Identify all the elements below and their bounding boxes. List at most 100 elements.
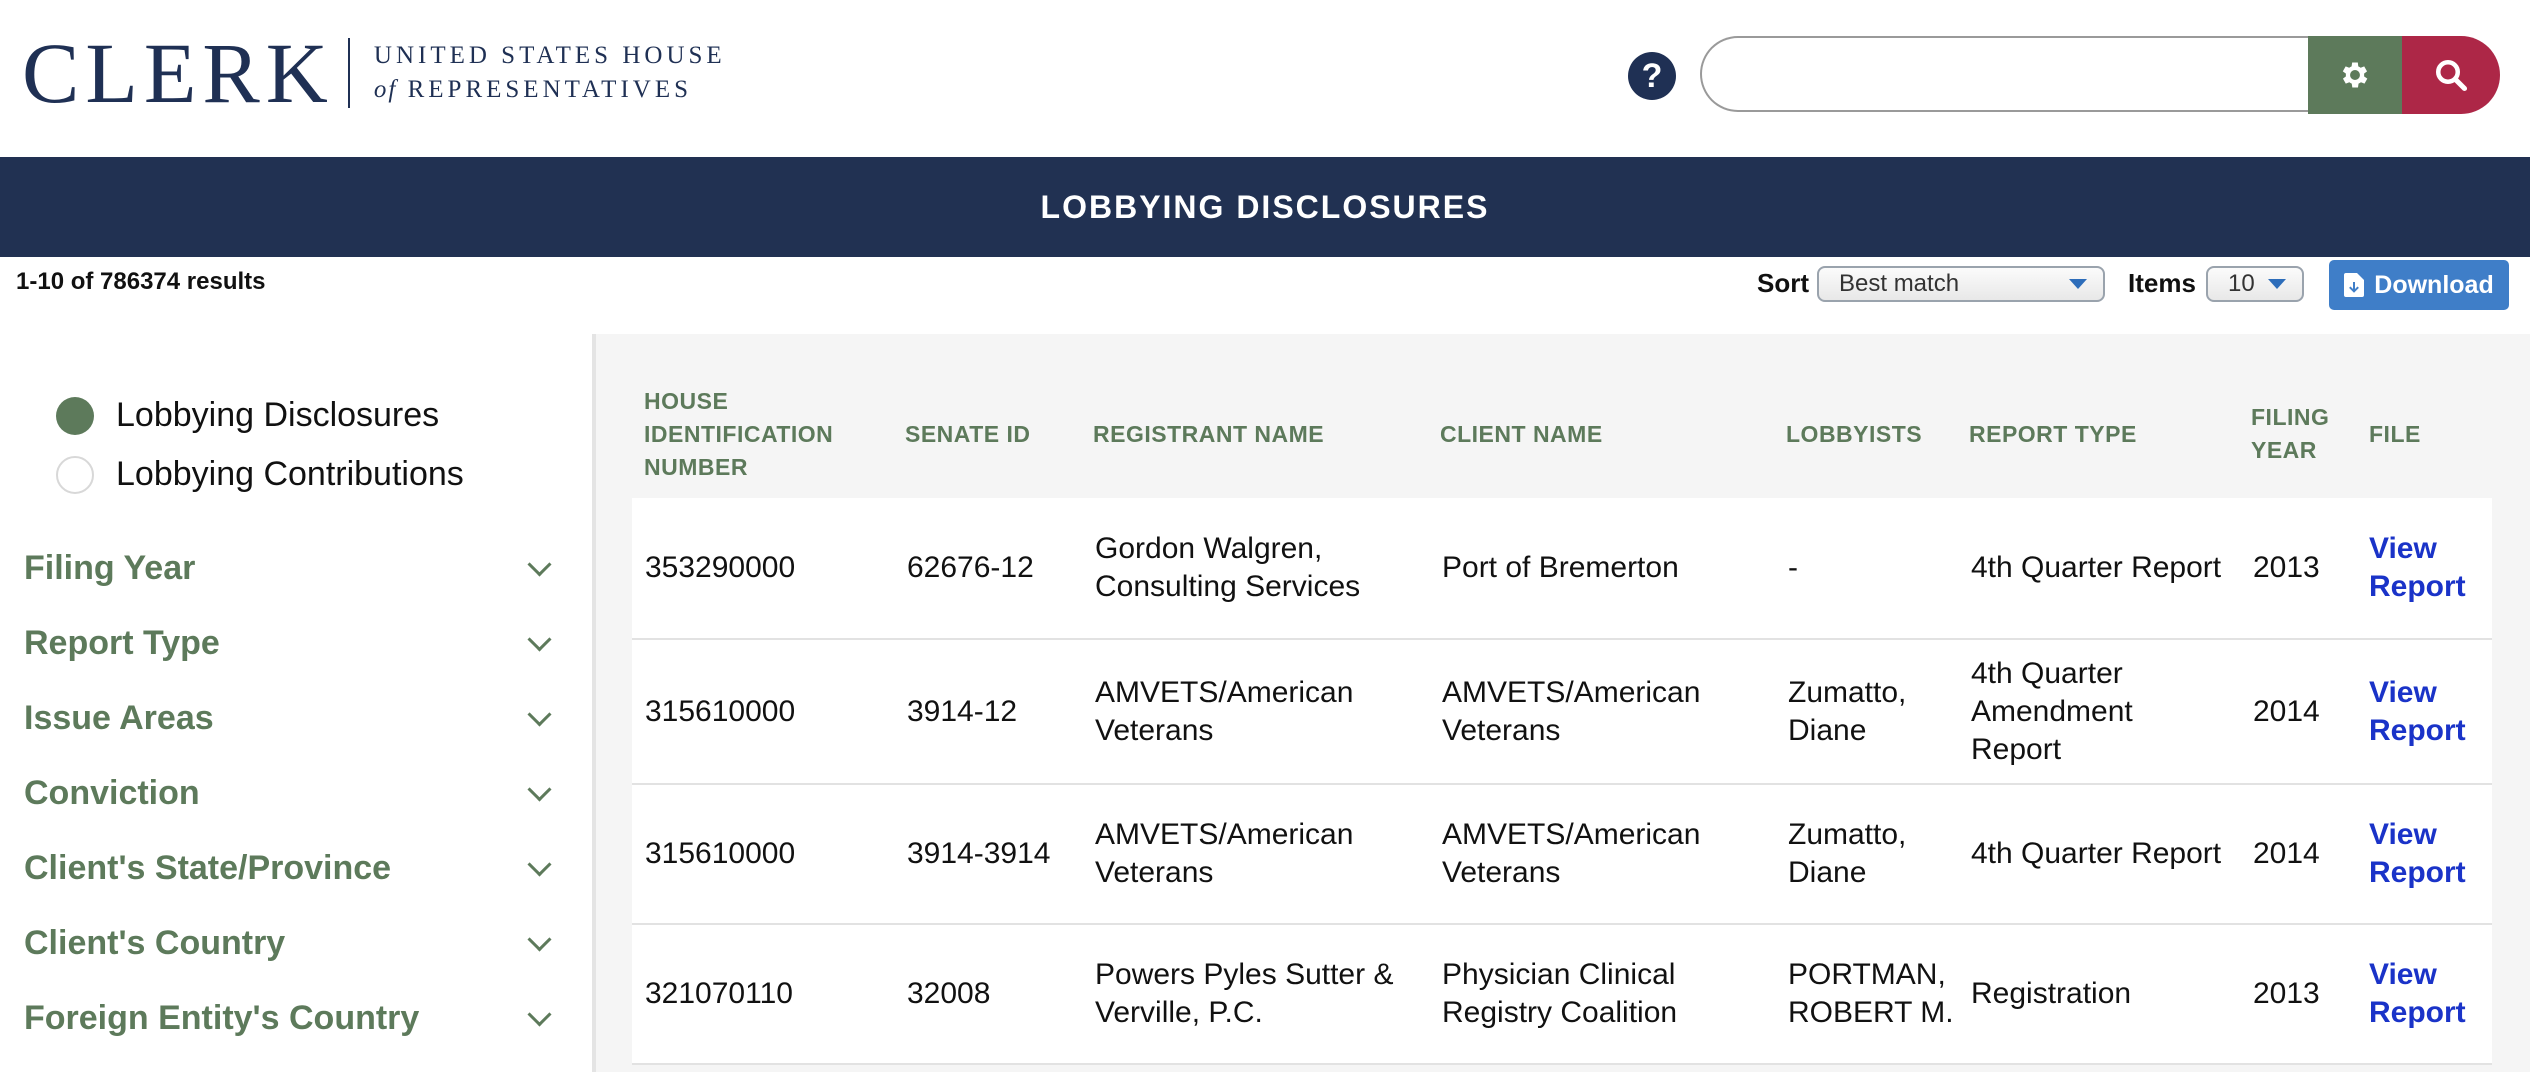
th-line: FILING — [2251, 404, 2330, 430]
filter-label: Filing Year — [24, 548, 196, 587]
filter-sidebar: Lobbying Disclosures Lobbying Contributi… — [0, 334, 592, 1072]
text-line: Verville, P.C. — [1095, 996, 1263, 1029]
text-line: Consulting Services — [1095, 570, 1361, 603]
chevron-down-icon — [527, 1001, 552, 1027]
filter-filing-year[interactable]: Filing Year — [24, 544, 564, 592]
clerk-logo[interactable]: CLERK UNITED STATES HOUSE of REPRESENTAT… — [22, 30, 726, 116]
text-line: Zumatto, — [1788, 818, 1907, 851]
chevron-down-icon — [527, 776, 552, 802]
th-line: YEAR — [2251, 437, 2317, 463]
text-line: Veterans — [1442, 856, 1561, 889]
chevron-down-icon — [527, 926, 552, 952]
text-line: Powers Pyles Sutter & — [1095, 958, 1394, 991]
th-client-name[interactable]: CLIENT NAME — [1440, 418, 1603, 451]
radio-lobbying-disclosures[interactable]: Lobbying Disclosures — [56, 396, 439, 435]
logo-wordmark: CLERK — [22, 25, 334, 121]
th-filing-year[interactable]: FILING YEAR — [2251, 401, 2329, 467]
text-line: Report — [2369, 713, 2466, 747]
cell-client: AMVETS/American Veterans — [1442, 785, 1700, 923]
radio-selected-icon — [56, 396, 94, 435]
sort-select-value: Best match — [1839, 270, 1960, 297]
filter-foreign-entity-country[interactable]: Foreign Entity's Country — [24, 994, 564, 1042]
items-label: Items — [2128, 268, 2196, 298]
text-line: AMVETS/American — [1095, 675, 1354, 709]
cell-senate-id: 32008 — [907, 977, 991, 1010]
items-per-page-select[interactable]: 10 — [2206, 266, 2304, 302]
text-line: 4th Quarter — [1971, 656, 2123, 690]
view-report-link[interactable]: View Report — [2369, 498, 2466, 638]
cell-client: Port of Bremerton — [1442, 551, 1679, 584]
search-settings-button[interactable] — [2308, 36, 2402, 114]
filter-report-type[interactable]: Report Type — [24, 619, 564, 667]
cell-report-type: 4th Quarter Amendment Report — [1971, 640, 2133, 783]
view-report-link[interactable]: View Report — [2369, 925, 2466, 1063]
text-line: Report — [2369, 570, 2466, 603]
text-line: View — [2369, 675, 2437, 709]
search-button[interactable] — [2402, 36, 2500, 114]
text-line: Zumatto, — [1788, 675, 1907, 709]
search-icon — [2436, 60, 2468, 92]
logo-line-2: of REPRESENTATIVES — [374, 73, 726, 107]
th-file[interactable]: FILE — [2369, 418, 2421, 451]
sort-label: Sort — [1757, 268, 1809, 298]
filter-label: Client's Country — [24, 923, 286, 962]
text-line: Report — [1971, 732, 2062, 766]
help-icon[interactable]: ? — [1628, 52, 1676, 100]
text-line: PORTMAN, — [1788, 958, 1946, 991]
chevron-down-icon — [527, 851, 552, 877]
cell-senate-id: 3914-12 — [907, 694, 1018, 728]
text-line: AMVETS/American — [1442, 818, 1701, 851]
download-label: Download — [2374, 270, 2494, 299]
filter-client-country[interactable]: Client's Country — [24, 919, 564, 967]
cell-registrant: AMVETS/American Veterans — [1095, 640, 1353, 783]
cell-house-id: 353290000 — [645, 551, 796, 584]
view-report-link[interactable]: View Report — [2369, 785, 2466, 923]
view-report-link[interactable]: View Report — [2369, 640, 2466, 783]
th-senate-id[interactable]: SENATE ID — [905, 418, 1030, 451]
th-lobbyists[interactable]: LOBBYISTS — [1786, 418, 1922, 451]
text-line: Diane — [1788, 713, 1867, 747]
text-line: Report — [2369, 996, 2466, 1029]
th-line: NUMBER — [644, 454, 748, 480]
filter-label: Report Type — [24, 623, 220, 662]
logo-line-1: UNITED STATES HOUSE — [373, 42, 726, 69]
filter-issue-areas[interactable]: Issue Areas — [24, 694, 564, 742]
cell-lobbyists: Zumatto, Diane — [1788, 785, 1906, 923]
logo-subtitle: UNITED STATES HOUSE of REPRESENTATIVES — [374, 39, 726, 107]
cell-registrant: AMVETS/American Veterans — [1095, 785, 1353, 923]
page-title: LOBBYING DISCLOSURES — [0, 157, 2530, 257]
text-line: View — [2369, 958, 2437, 991]
th-registrant-name[interactable]: REGISTRANT NAME — [1093, 418, 1324, 451]
text-line: View — [2369, 532, 2437, 565]
chevron-down-icon — [527, 701, 552, 727]
site-header: CLERK UNITED STATES HOUSE of REPRESENTAT… — [0, 0, 2530, 157]
radio-lobbying-contributions[interactable]: Lobbying Contributions — [56, 455, 464, 494]
filter-label: Issue Areas — [24, 698, 214, 737]
filter-label: Client's State/Province — [24, 848, 392, 887]
radio-label: Lobbying Disclosures — [116, 396, 440, 434]
text-line: Registry Coalition — [1442, 996, 1678, 1029]
th-house-id[interactable]: HOUSE IDENTIFICATION NUMBER — [644, 385, 833, 484]
radio-unselected-icon — [56, 455, 94, 494]
chevron-down-icon — [527, 551, 552, 577]
gear-icon — [2342, 62, 2368, 88]
cell-client: Physician Clinical Registry Coalition — [1442, 925, 1677, 1063]
download-button[interactable]: Download — [2329, 260, 2509, 310]
caret-down-icon — [2069, 279, 2087, 289]
text-line: Veterans — [1095, 856, 1214, 889]
cell-senate-id: 3914-3914 — [907, 837, 1051, 870]
text-line: AMVETS/American — [1442, 675, 1701, 709]
sort-select[interactable]: Best match — [1817, 266, 2105, 302]
th-report-type[interactable]: REPORT TYPE — [1969, 418, 2137, 451]
text-line: ROBERT M. — [1788, 996, 1954, 1029]
logo-divider — [347, 38, 350, 108]
filter-conviction[interactable]: Conviction — [24, 769, 564, 817]
text-line: Gordon Walgren, — [1095, 532, 1323, 565]
table-row: 321070110 32008 Powers Pyles Sutter & Ve… — [632, 925, 2492, 1065]
cell-house-id: 315610000 — [645, 694, 796, 728]
cell-filing-year: 2014 — [2253, 837, 2320, 870]
filter-client-state[interactable]: Client's State/Province — [24, 844, 564, 892]
cell-lobbyists: PORTMAN, ROBERT M. — [1788, 925, 1954, 1063]
text-line: View — [2369, 818, 2437, 851]
search-input[interactable] — [1700, 36, 2308, 112]
